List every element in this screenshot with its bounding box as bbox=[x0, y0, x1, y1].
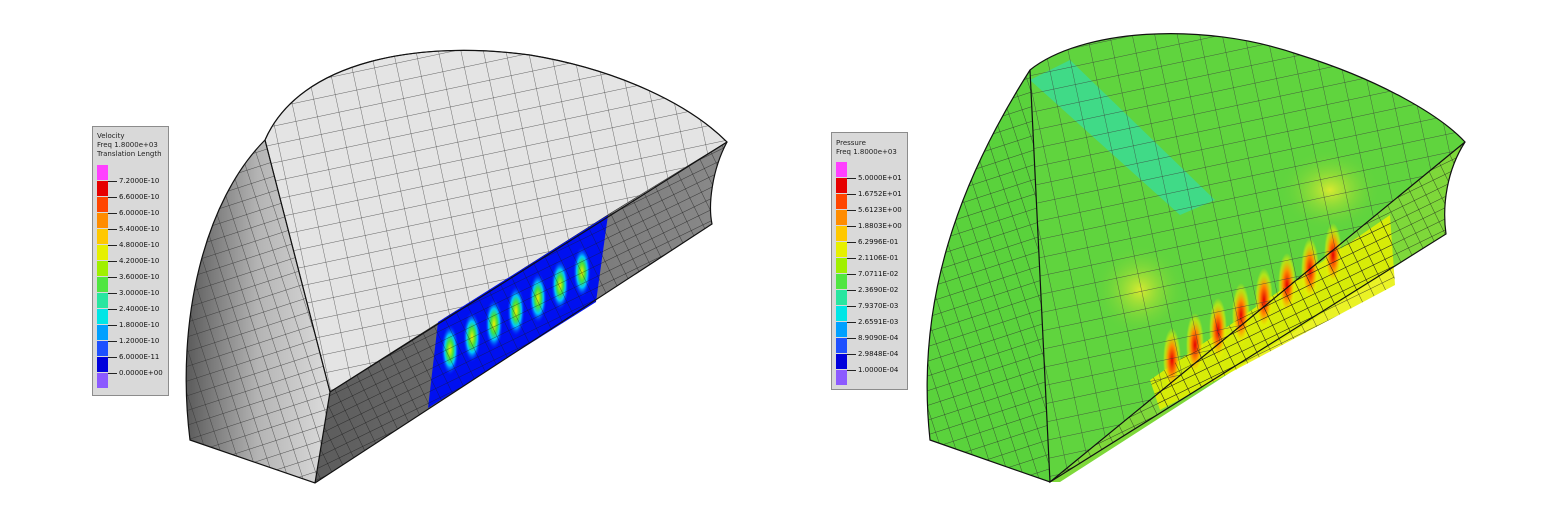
legend-swatch bbox=[97, 373, 108, 388]
legend-tick bbox=[108, 197, 117, 198]
legend-tick bbox=[847, 354, 856, 355]
legend-swatch bbox=[97, 165, 108, 180]
legend-swatch bbox=[836, 194, 847, 209]
legend-tick-label: 6.0000E-11 bbox=[119, 353, 160, 361]
legend-swatch bbox=[836, 370, 847, 385]
legend-swatch bbox=[836, 338, 847, 353]
legend-tick-label: 7.9370E-03 bbox=[858, 302, 899, 310]
legend-tick-label: 5.4000E-10 bbox=[119, 225, 160, 233]
legend-tick bbox=[847, 210, 856, 211]
legend-title-line: Pressure bbox=[836, 139, 866, 147]
legend-tick bbox=[847, 306, 856, 307]
legend-tick bbox=[847, 226, 856, 227]
legend-swatch bbox=[836, 354, 847, 369]
legend-swatch bbox=[836, 322, 847, 337]
legend-tick bbox=[108, 245, 117, 246]
legend-tick bbox=[108, 229, 117, 230]
legend-title-line: Freq 1.8000e+03 bbox=[836, 148, 897, 156]
legend-tick bbox=[847, 370, 856, 371]
legend-tick bbox=[847, 322, 856, 323]
legend-tick-label: 3.6000E-10 bbox=[119, 273, 160, 281]
legend-swatch bbox=[97, 293, 108, 308]
legend-swatch bbox=[836, 162, 847, 177]
legend-swatch bbox=[97, 197, 108, 212]
legend-tick-label: 5.6123E+00 bbox=[858, 206, 902, 214]
legend-tick-label: 6.0000E-10 bbox=[119, 209, 160, 217]
legend-tick bbox=[108, 181, 117, 182]
legend-swatch bbox=[836, 242, 847, 257]
legend-tick bbox=[108, 341, 117, 342]
legend-tick bbox=[847, 338, 856, 339]
legend-title-line: Freq 1.8000e+03 bbox=[97, 141, 158, 149]
legend-swatch bbox=[97, 213, 108, 228]
legend-tick-label: 5.0000E+01 bbox=[858, 174, 902, 182]
legend-tick bbox=[847, 194, 856, 195]
legend-title-line: Translation Length bbox=[97, 150, 162, 158]
legend-tick-label: 2.9848E-04 bbox=[858, 350, 899, 358]
legend-tick-label: 7.2000E-10 bbox=[119, 177, 160, 185]
legend-tick-label: 1.2000E-10 bbox=[119, 337, 160, 345]
velocity-model bbox=[185, 49, 728, 484]
legend-swatch bbox=[97, 245, 108, 260]
figure-canvas bbox=[185, 33, 1466, 484]
velocity-legend: Velocity Freq 1.8000e+03 Translation Len… bbox=[92, 126, 169, 396]
legend-swatch bbox=[97, 261, 108, 276]
legend-tick-label: 1.0000E-04 bbox=[858, 366, 899, 374]
legend-tick bbox=[108, 277, 117, 278]
legend-tick bbox=[847, 258, 856, 259]
legend-tick-label: 7.0711E-02 bbox=[858, 270, 899, 278]
legend-tick-label: 8.9090E-04 bbox=[858, 334, 899, 342]
legend-tick-label: 4.2000E-10 bbox=[119, 257, 160, 265]
legend-swatch bbox=[97, 277, 108, 292]
legend-tick bbox=[847, 178, 856, 179]
legend-swatch bbox=[836, 226, 847, 241]
legend-tick-label: 1.8803E+00 bbox=[858, 222, 902, 230]
legend-tick bbox=[847, 290, 856, 291]
legend-swatch bbox=[836, 210, 847, 225]
legend-swatch bbox=[836, 178, 847, 193]
legend-tick-label: 1.6752E+01 bbox=[858, 190, 902, 198]
legend-swatch bbox=[836, 274, 847, 289]
legend-swatch bbox=[836, 306, 847, 321]
legend-tick bbox=[108, 309, 117, 310]
legend-tick bbox=[108, 213, 117, 214]
legend-tick bbox=[108, 261, 117, 262]
pressure-model bbox=[926, 33, 1466, 484]
legend-swatch bbox=[836, 258, 847, 273]
legend-tick-label: 2.6591E-03 bbox=[858, 318, 899, 326]
legend-title-line: Velocity bbox=[97, 132, 125, 140]
legend-tick bbox=[108, 293, 117, 294]
legend-tick-label: 4.8000E-10 bbox=[119, 241, 160, 249]
legend-tick-label: 2.4000E-10 bbox=[119, 305, 160, 313]
legend-swatch bbox=[97, 341, 108, 356]
legend-tick bbox=[108, 325, 117, 326]
legend-tick-label: 1.8000E-10 bbox=[119, 321, 160, 329]
legend-tick-label: 6.6000E-10 bbox=[119, 193, 160, 201]
legend-swatch bbox=[97, 181, 108, 196]
legend-tick-label: 2.3690E-02 bbox=[858, 286, 899, 294]
legend-swatch bbox=[836, 290, 847, 305]
legend-swatch bbox=[97, 357, 108, 372]
legend-tick bbox=[847, 242, 856, 243]
legend-tick-label: 0.0000E+00 bbox=[119, 369, 163, 377]
pressure-legend: Pressure Freq 1.8000e+03 5.0000E+01 1.675… bbox=[831, 132, 908, 390]
legend-swatch bbox=[97, 325, 108, 340]
legend-tick-label: 6.2996E-01 bbox=[858, 238, 899, 246]
legend-swatch bbox=[97, 229, 108, 244]
legend-swatch bbox=[97, 309, 108, 324]
legend-tick-label: 2.1106E-01 bbox=[858, 254, 899, 262]
legend-tick-label: 3.0000E-10 bbox=[119, 289, 160, 297]
legend-tick bbox=[108, 373, 117, 374]
legend-tick bbox=[108, 357, 117, 358]
legend-tick bbox=[847, 274, 856, 275]
